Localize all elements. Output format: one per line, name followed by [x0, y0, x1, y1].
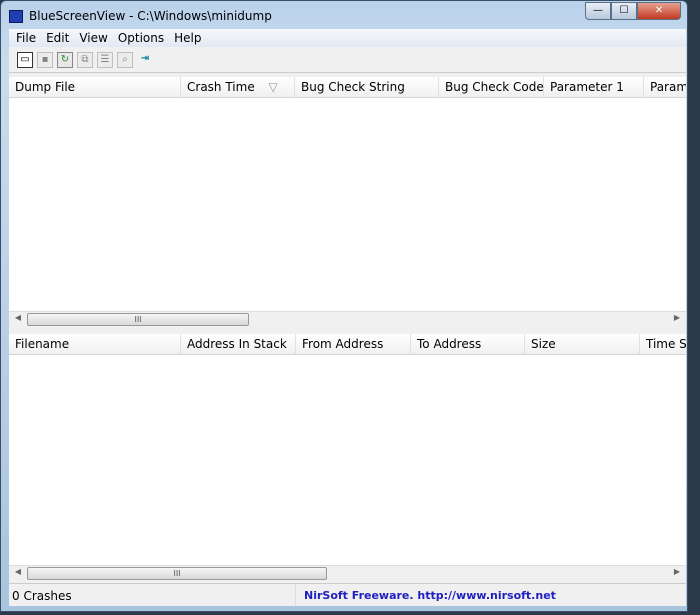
column-parameter-2[interactable]: Parameter 2 [644, 77, 686, 97]
scroll-thumb[interactable]: III [27, 567, 327, 580]
menu-edit[interactable]: Edit [41, 29, 74, 47]
column-time-stamp[interactable]: Time Stamp [640, 334, 686, 354]
module-list[interactable] [9, 355, 686, 565]
column-bug-check-string[interactable]: Bug Check String [295, 77, 439, 97]
properties-window-icon[interactable]: ▭ [17, 51, 33, 68]
column-filename[interactable]: Filename [9, 334, 181, 354]
column-parameter-1[interactable]: Parameter 1 [544, 77, 644, 97]
client-area: File Edit View Options Help ▭ ▪ ↻ ⧉ ☰ ⌕ … [9, 29, 686, 606]
column-address-in-stack[interactable]: Address In Stack [181, 334, 296, 354]
lower-horizontal-scrollbar[interactable]: ◀ III ▶ [9, 565, 686, 581]
column-from-address[interactable]: From Address [296, 334, 411, 354]
title-bar: BlueScreenView - C:\Windows\minidump [9, 5, 272, 27]
menu-view[interactable]: View [74, 29, 112, 47]
copy-icon[interactable]: ⧉ [77, 51, 93, 68]
column-to-address[interactable]: To Address [411, 334, 525, 354]
scroll-right-icon[interactable]: ▶ [670, 313, 684, 322]
app-icon [9, 9, 23, 23]
menu-options[interactable]: Options [113, 29, 169, 47]
splitter[interactable] [9, 327, 686, 334]
refresh-icon[interactable]: ↻ [57, 51, 73, 68]
menu-file[interactable]: File [11, 29, 41, 47]
upper-list-header: Dump File Crash Time ▽ Bug Check String … [9, 77, 686, 98]
menu-bar: File Edit View Options Help [9, 29, 686, 47]
column-dump-file[interactable]: Dump File [9, 77, 181, 97]
column-crash-time[interactable]: Crash Time ▽ [181, 77, 295, 97]
minimize-button[interactable]: — [585, 2, 611, 20]
crash-count: 0 Crashes [9, 584, 296, 606]
nirsoft-link[interactable]: NirSoft Freeware. http://www.nirsoft.net [296, 584, 559, 606]
column-crash-time-label: Crash Time [187, 80, 255, 94]
lower-list-header: Filename Address In Stack From Address T… [9, 334, 686, 355]
scroll-right-icon[interactable]: ▶ [670, 567, 684, 576]
toolbar: ▭ ▪ ↻ ⧉ ☰ ⌕ ⇥ [9, 47, 686, 73]
status-bar: 0 Crashes NirSoft Freeware. http://www.n… [9, 583, 686, 606]
column-size[interactable]: Size [525, 334, 640, 354]
properties-icon[interactable]: ☰ [97, 51, 113, 68]
column-bug-check-code[interactable]: Bug Check Code [439, 77, 544, 97]
close-button[interactable]: ✕ [637, 2, 681, 20]
window-title: BlueScreenView - C:\Windows\minidump [29, 9, 272, 23]
exit-icon[interactable]: ⇥ [137, 52, 153, 68]
upper-horizontal-scrollbar[interactable]: ◀ III ▶ [9, 311, 686, 327]
maximize-button[interactable]: ☐ [611, 2, 637, 20]
find-icon[interactable]: ⌕ [117, 51, 133, 68]
scroll-thumb[interactable]: III [27, 313, 249, 326]
window-frame: BlueScreenView - C:\Windows\minidump — ☐… [0, 0, 688, 612]
save-icon[interactable]: ▪ [37, 51, 53, 68]
crash-list[interactable] [9, 98, 686, 311]
scroll-left-icon[interactable]: ◀ [11, 567, 25, 576]
scroll-left-icon[interactable]: ◀ [11, 313, 25, 322]
sort-indicator-icon: ▽ [268, 80, 278, 94]
menu-help[interactable]: Help [169, 29, 206, 47]
